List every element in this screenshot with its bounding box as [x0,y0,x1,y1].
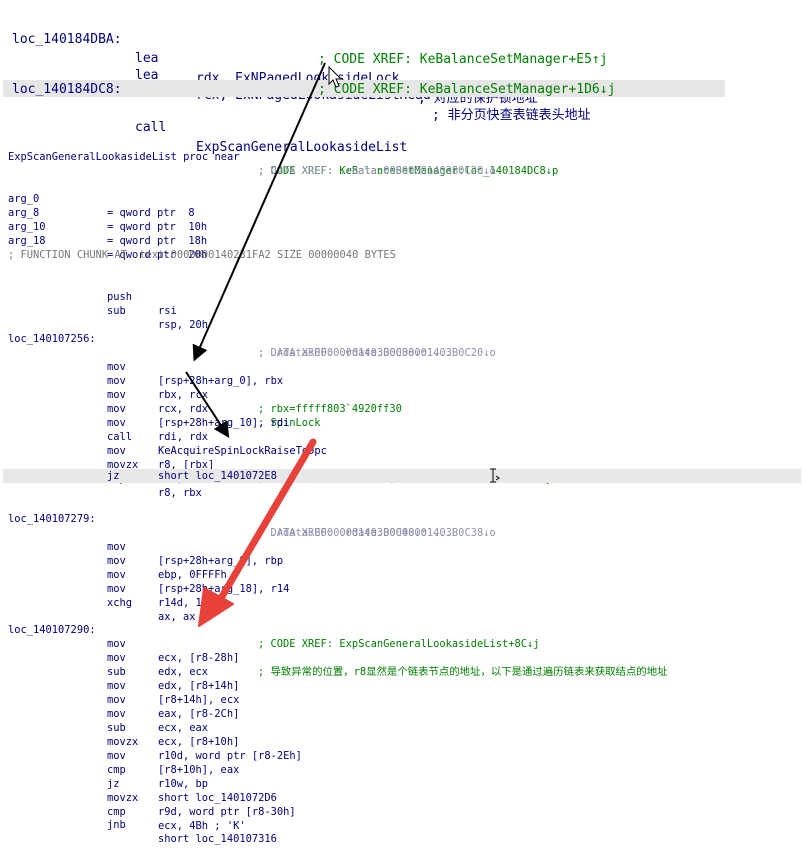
xref-comment: ; CODE XREF: KeBalanceSetManager+1D6↓j [318,82,616,97]
xref-comment: ; DATA XREF: .rdata:00000001403B0C20↓o .… [258,165,521,177]
mnemonic: xchg [107,597,133,609]
operand[interactable]: short loc_1401072E8 [158,469,277,483]
listing-line-highlighted[interactable]: jz short loc_1401072E8 [3,469,801,483]
mnemonic: sub [107,305,126,317]
arg-name[interactable]: arg_18 [8,234,46,248]
mnemonic: call [135,120,167,135]
listing-line-highlighted[interactable]: loc_140184DC8: ; CODE XREF: KeBalanceSet… [3,80,725,97]
code-label[interactable]: loc_140184DC8: [12,80,122,100]
function-chunk-comment: ; FUNCTION CHUNK AT .text:0000000140231F… [8,249,396,261]
mnemonic: jnb [107,819,126,831]
operand[interactable]: short loc_140107316 [158,832,277,846]
disassembly-view: loc_140184DBA: ; CODE XREF: KeBalanceSet… [0,0,802,845]
listing-line[interactable]: jnb short loc_140107316 [0,804,802,860]
mnemonic: jz [107,470,120,482]
